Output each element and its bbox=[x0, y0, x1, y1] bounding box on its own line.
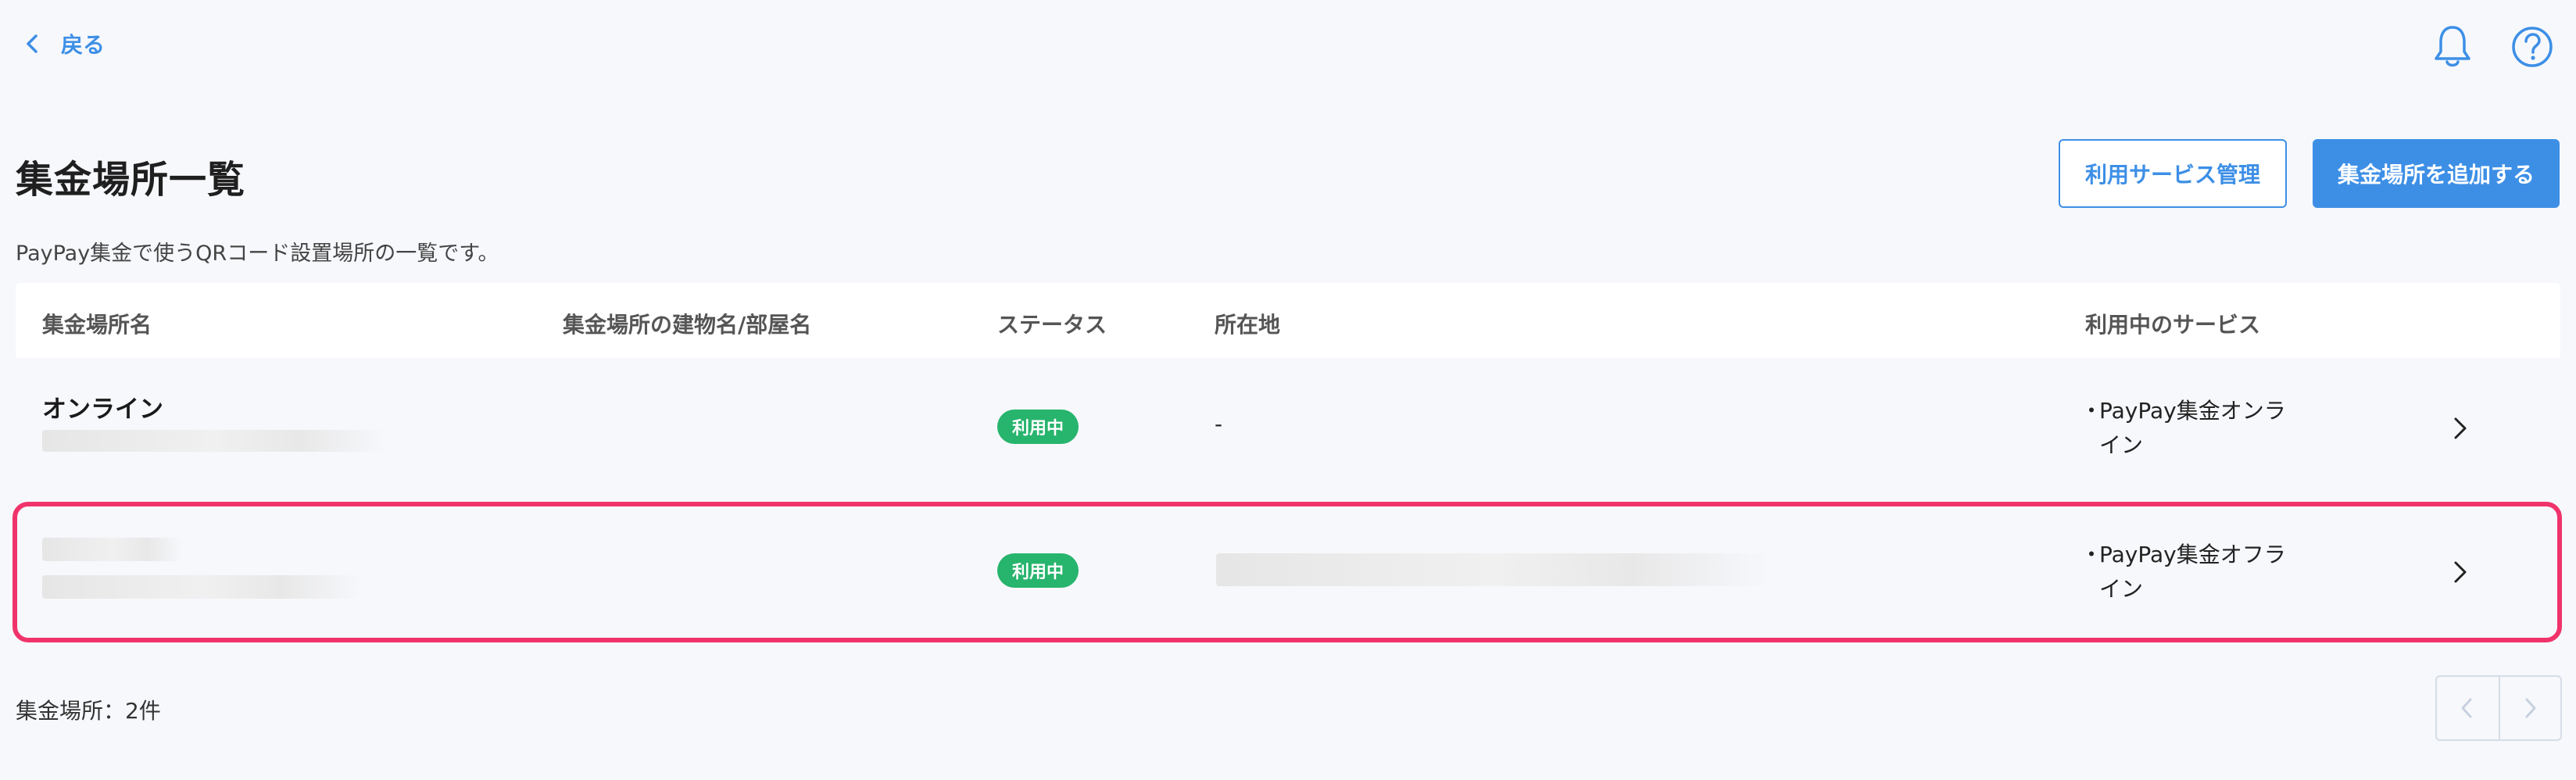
service-name: PayPay集金オフライン bbox=[2099, 542, 2286, 602]
help-icon[interactable] bbox=[2510, 23, 2554, 70]
redacted-text bbox=[42, 430, 386, 452]
location-name: オンライン bbox=[42, 395, 163, 424]
page-description: PayPay集金で使うQRコード設置場所の一覧です。 bbox=[16, 242, 499, 266]
column-header-services: 利用中のサービス bbox=[2085, 312, 2261, 338]
column-header-building: 集金場所の建物名/部屋名 bbox=[563, 312, 812, 338]
location-address: - bbox=[1215, 411, 1223, 437]
chevron-right-icon[interactable] bbox=[2448, 414, 2471, 442]
locations-table: 集金場所名 集金場所の建物名/部屋名 ステータス 所在地 利用中のサービス オン… bbox=[16, 283, 2560, 642]
table-row[interactable]: 利用中 ・ PayPay集金オフライン bbox=[16, 502, 2560, 642]
previous-page-button[interactable] bbox=[2437, 677, 2499, 739]
status-badge: 利用中 bbox=[997, 553, 1079, 588]
manage-services-button[interactable]: 利用サービス管理 bbox=[2059, 139, 2287, 208]
redacted-text bbox=[42, 575, 363, 599]
redacted-text bbox=[42, 538, 183, 561]
add-location-button[interactable]: 集金場所を追加する bbox=[2313, 139, 2560, 208]
column-header-address: 所在地 bbox=[1215, 312, 1281, 338]
service-name: PayPay集金オンライン bbox=[2099, 398, 2286, 458]
column-header-name: 集金場所名 bbox=[42, 312, 152, 338]
table-header: 集金場所名 集金場所の建物名/部屋名 ステータス 所在地 利用中のサービス bbox=[16, 283, 2560, 358]
top-bar: 戻る bbox=[0, 0, 2576, 94]
page-title: 集金場所一覧 bbox=[16, 158, 246, 202]
location-count: 集金場所：2件 bbox=[16, 698, 161, 724]
redacted-address bbox=[1216, 553, 1771, 586]
chevron-left-icon bbox=[27, 34, 38, 53]
status-badge: 利用中 bbox=[997, 410, 1079, 444]
next-page-button[interactable] bbox=[2498, 677, 2560, 739]
chevron-left-icon bbox=[2461, 698, 2472, 718]
table-row[interactable]: オンライン 利用中 - ・ PayPay集金オンライン bbox=[16, 358, 2560, 499]
column-header-status: ステータス bbox=[997, 312, 1107, 338]
page-root: 戻る 集金場所一覧 PayPay集金で使うQRコード設置場所の一覧です。 利用サ… bbox=[0, 0, 2576, 780]
pagination bbox=[2435, 675, 2562, 741]
chevron-right-icon bbox=[2525, 698, 2536, 718]
bell-icon[interactable] bbox=[2431, 23, 2474, 70]
back-label: 戻る bbox=[61, 32, 106, 58]
back-link[interactable]: 戻る bbox=[23, 28, 105, 59]
chevron-right-icon[interactable] bbox=[2448, 558, 2471, 586]
